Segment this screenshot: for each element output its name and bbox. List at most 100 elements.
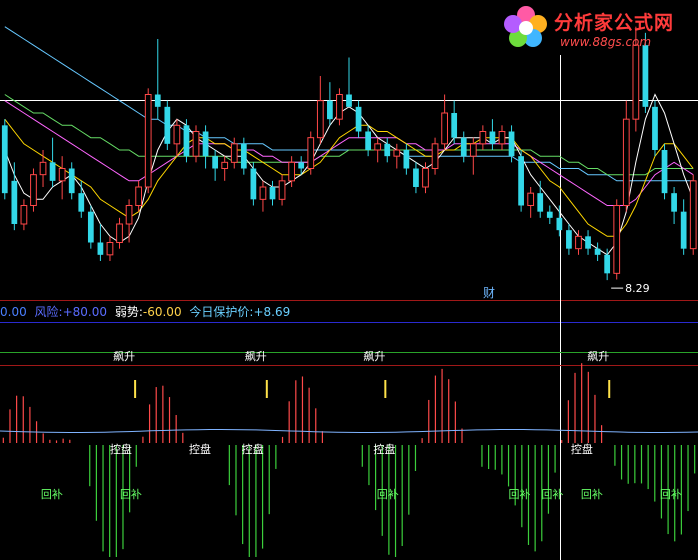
candle — [269, 180, 276, 206]
candle — [489, 119, 496, 150]
candle — [192, 125, 200, 163]
candle — [97, 224, 104, 261]
control-label: 控盘 — [189, 442, 211, 456]
candle — [508, 125, 515, 163]
candle — [39, 150, 47, 187]
candle — [374, 137, 382, 163]
candle — [518, 150, 524, 212]
candle — [689, 174, 697, 255]
flower-logo-icon — [504, 6, 547, 47]
rebound-label: 回补 — [660, 488, 682, 501]
candle — [11, 162, 18, 231]
rebound-label: 回补 — [120, 488, 142, 501]
rebound-label: 回补 — [377, 488, 399, 501]
candle — [479, 125, 487, 150]
candle — [469, 137, 477, 175]
rebound-label: 回补 — [541, 488, 563, 501]
rise-label: 飙升 — [113, 349, 135, 363]
candle — [58, 156, 66, 200]
candle — [240, 137, 247, 175]
candle — [460, 131, 467, 163]
candle — [20, 199, 28, 231]
candle — [68, 162, 75, 200]
candle — [316, 76, 324, 144]
candle — [546, 205, 553, 224]
control-label: 控盘 — [242, 442, 264, 456]
candle — [537, 180, 544, 218]
indicator-values-bar: 0.00 风险:+80.00 弱势:-60.00 今日保护价:+8.69 — [0, 303, 294, 321]
control-label: 控盘 — [110, 442, 132, 456]
candle — [1, 119, 8, 200]
candle — [661, 143, 668, 200]
candle — [135, 180, 143, 212]
logo-title: 分析家公式网 — [554, 12, 675, 34]
candle — [556, 205, 563, 237]
candle — [49, 137, 56, 187]
protect-price-label: 今日保护价: — [189, 305, 254, 319]
candle — [671, 187, 677, 224]
candle — [164, 100, 171, 150]
candle — [594, 242, 601, 261]
control-label: 控盘 — [571, 442, 593, 456]
candle — [125, 199, 133, 243]
rise-label: 飙升 — [245, 349, 267, 363]
rise-label: 飙升 — [587, 349, 609, 363]
candle — [250, 162, 257, 206]
candle — [613, 199, 621, 280]
candle — [652, 100, 658, 157]
rise-label: 飙升 — [363, 349, 385, 363]
candle — [622, 100, 630, 212]
candle — [413, 162, 419, 194]
candle — [307, 131, 315, 175]
candle — [336, 88, 343, 126]
candle — [346, 57, 352, 107]
candle — [585, 230, 591, 255]
candle — [278, 174, 286, 206]
candle — [680, 199, 687, 255]
rebound-label: 回补 — [581, 488, 603, 501]
candle — [498, 125, 506, 150]
candle — [30, 168, 37, 212]
control-label: 控盘 — [373, 442, 395, 456]
candle — [154, 39, 161, 120]
candlestick-panel: 8.29 财 — [0, 26, 698, 560]
candle — [106, 236, 114, 261]
indicator-panel: 飙升 飙升 飙升 飙升控盘 控盘 控盘 控盘 控盘回补 回补 回补 回补 回补 回补 回补 — [0, 349, 698, 557]
moving-average-ma_pink — [4, 100, 694, 206]
risk-value: +80.00 — [62, 305, 108, 319]
candle — [183, 119, 190, 163]
weak-label: 弱势: — [114, 305, 143, 319]
candle — [259, 180, 267, 212]
candle — [403, 143, 410, 175]
candle — [365, 125, 371, 157]
low-price-label: 8.29 — [625, 282, 650, 295]
candle — [384, 137, 391, 163]
candle — [355, 100, 362, 138]
logo: 分析家公式网 www.88gs.com — [498, 2, 696, 52]
candle — [202, 125, 209, 169]
logo-url: www.88gs.com — [560, 35, 652, 49]
indicator-baseline — [0, 429, 698, 433]
candle — [327, 82, 333, 126]
candle — [527, 187, 535, 218]
protect-price-value: +8.69 — [253, 305, 291, 319]
rebound-label: 回补 — [41, 488, 63, 501]
rebound-label: 回补 — [508, 488, 530, 501]
indicator-value-0: 0.00 — [0, 305, 27, 319]
candle — [441, 94, 448, 150]
candle — [221, 156, 229, 181]
candle — [451, 100, 458, 144]
candle — [173, 119, 181, 157]
moving-average-ma_mid — [4, 118, 694, 237]
candle — [393, 143, 401, 169]
weak-value: -60.00 — [142, 305, 182, 319]
candle — [87, 205, 94, 249]
stock-chart: 8.29财 飙升 飙升 飙升 飙升控盘 控盘 控盘 控盘 控盘回补 回补 回补 回补 回补 回补 回补 — [0, 26, 698, 560]
candle — [144, 88, 152, 194]
event-marker-label: 财 — [483, 286, 495, 300]
candle — [566, 224, 572, 255]
risk-label: 风险: — [34, 305, 63, 319]
candle — [212, 150, 219, 181]
candle — [78, 180, 85, 218]
candle — [431, 137, 439, 175]
